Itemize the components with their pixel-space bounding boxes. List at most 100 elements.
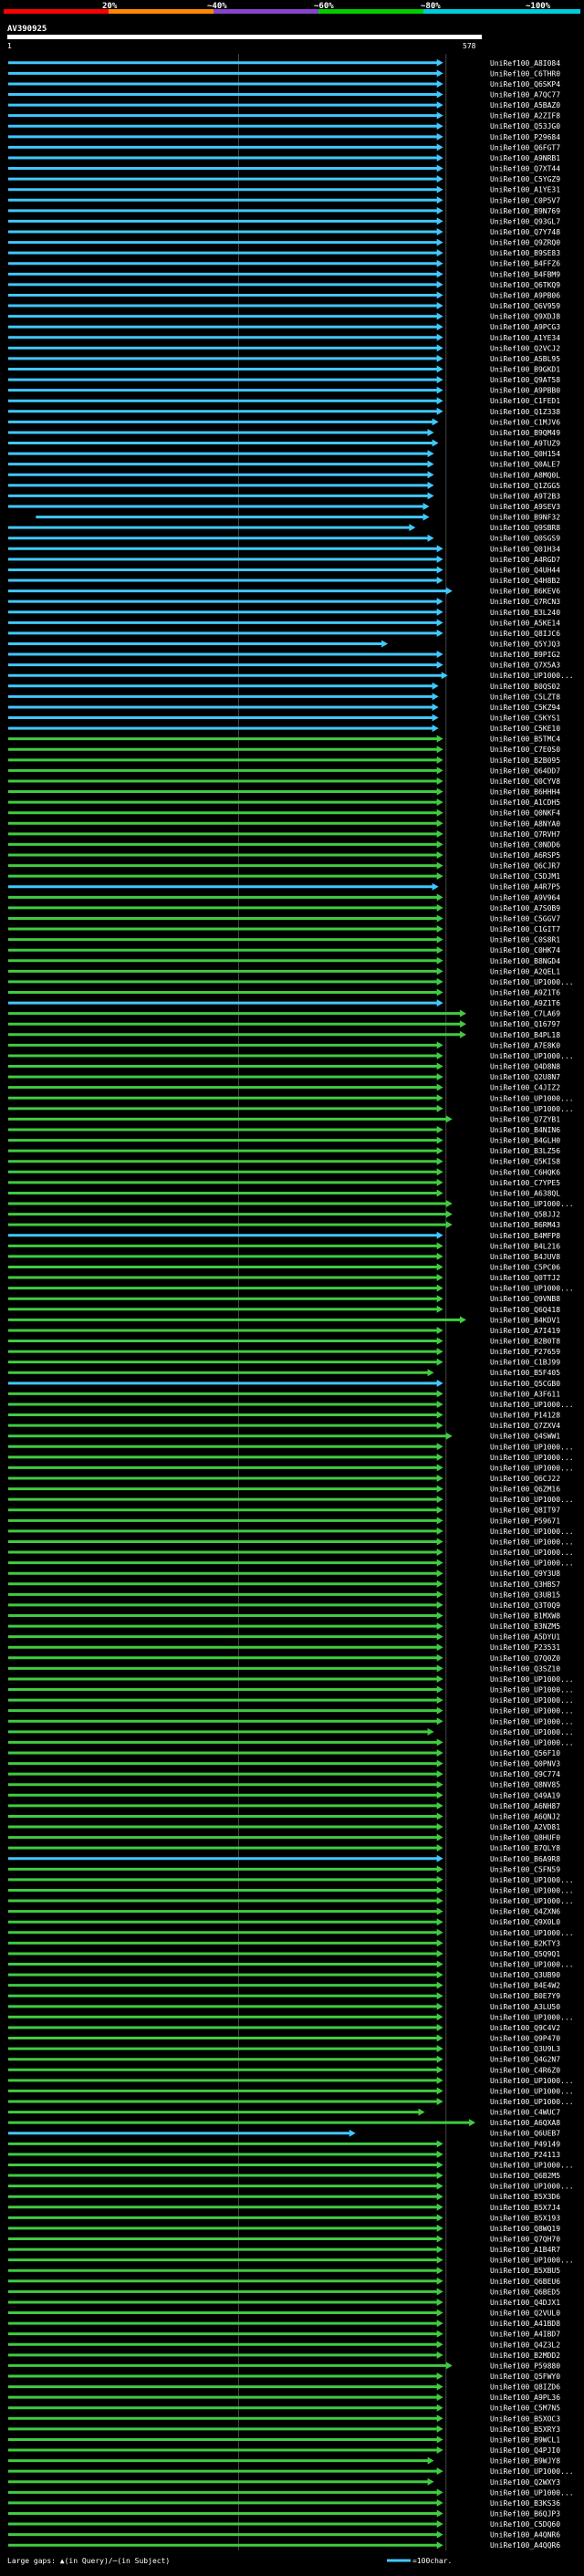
hit-label[interactable]: UniRef100_UP1000... — [490, 1559, 574, 1568]
hit-label[interactable]: UniRef100_Q5YJQ3 — [490, 640, 560, 648]
hit-label[interactable]: UniRef100_P14128 — [490, 1412, 560, 1420]
hit-row[interactable]: UniRef100_B6KEV6 — [8, 587, 560, 596]
hit-label[interactable]: UniRef100_A1CDH5 — [490, 798, 560, 807]
hit-label[interactable]: UniRef100_UP1000... — [490, 2467, 574, 2476]
hit-label[interactable]: UniRef100_UP1000... — [490, 1728, 574, 1736]
hit-label[interactable]: UniRef100_C7E0S0 — [490, 746, 560, 754]
hit-row[interactable]: UniRef100_UP1000... — [8, 1685, 574, 1695]
hit-row[interactable]: UniRef100_B6A9R8 — [8, 1854, 560, 1863]
hit-row[interactable]: UniRef100_Q6ZM16 — [8, 1485, 560, 1494]
hit-label[interactable]: UniRef100_B3L240 — [490, 609, 560, 617]
hit-row[interactable]: UniRef100_C5FN59 — [8, 1865, 560, 1873]
hit-row[interactable]: UniRef100_A8I084 — [8, 59, 560, 68]
hit-row[interactable]: UniRef100_Q9X0L0 — [8, 1918, 560, 1926]
hit-row[interactable]: UniRef100_UP1000... — [8, 1559, 574, 1568]
hit-row[interactable]: UniRef100_C1FED1 — [8, 397, 560, 405]
hit-row[interactable]: UniRef100_A9T2B3 — [8, 492, 560, 500]
hit-row[interactable]: UniRef100_B7QLY8 — [8, 1844, 560, 1852]
hit-row[interactable]: UniRef100_UP1000... — [8, 2182, 574, 2191]
hit-row[interactable]: UniRef100_A9NRB1 — [8, 153, 560, 162]
hit-row[interactable]: UniRef100_Q4G2N7 — [8, 2055, 560, 2064]
hit-row[interactable]: UniRef100_C5M7N5 — [8, 2404, 560, 2413]
hit-label[interactable]: UniRef100_C1MJV6 — [490, 418, 560, 426]
hit-label[interactable]: UniRef100_C5PC06 — [490, 1263, 560, 1271]
hit-label[interactable]: UniRef100_B4PL18 — [490, 1031, 560, 1039]
hit-label[interactable]: UniRef100_UP1000... — [490, 1675, 574, 1684]
hit-row[interactable]: UniRef100_B5XBU5 — [8, 2267, 560, 2275]
hit-label[interactable]: UniRef100_B4L216 — [490, 1242, 560, 1250]
hit-row[interactable]: UniRef100_Q2VCJ2 — [8, 344, 560, 352]
hit-label[interactable]: UniRef100_A7S0B9 — [490, 904, 560, 913]
hit-label[interactable]: UniRef100_UP1000... — [490, 2077, 574, 2085]
hit-label[interactable]: UniRef100_Q6Q418 — [490, 1306, 560, 1314]
hit-row[interactable]: UniRef100_UP1000... — [8, 1674, 574, 1684]
hit-row[interactable]: UniRef100_P14128 — [8, 1411, 560, 1420]
hit-row[interactable]: UniRef100_B4KDV1 — [8, 1316, 560, 1324]
hit-row[interactable]: UniRef100_A1CDH5 — [8, 798, 560, 807]
hit-label[interactable]: UniRef100_A2QEL1 — [490, 967, 560, 975]
hit-label[interactable]: UniRef100_A9T2B3 — [490, 492, 560, 500]
hit-label[interactable]: UniRef100_UP1000... — [490, 1443, 574, 1451]
hit-row[interactable]: UniRef100_B4GLH0 — [8, 1136, 560, 1145]
hit-row[interactable]: UniRef100_A4IBD7 — [8, 2330, 560, 2339]
hit-label[interactable]: UniRef100_Q7RVH7 — [490, 830, 560, 839]
hit-row[interactable]: UniRef100_A5KE14 — [8, 619, 560, 627]
hit-row[interactable]: UniRef100_Q4DJX1 — [8, 2298, 560, 2307]
hit-row[interactable]: UniRef100_Q8IT97 — [8, 1506, 560, 1515]
hit-label[interactable]: UniRef100_UP1000... — [490, 1401, 574, 1409]
hit-label[interactable]: UniRef100_A4R7P5 — [490, 883, 560, 892]
hit-row[interactable]: UniRef100_Q7RCN3 — [8, 598, 560, 606]
hit-row[interactable]: UniRef100_Q9C774 — [8, 1770, 560, 1778]
hit-label[interactable]: UniRef100_UP1000... — [490, 1464, 574, 1472]
hit-label[interactable]: UniRef100_Q3UB90 — [490, 1971, 560, 1979]
hit-label[interactable]: UniRef100_UP1000... — [490, 2257, 574, 2265]
hit-row[interactable]: UniRef100_Q7Y748 — [8, 228, 560, 236]
hit-label[interactable]: UniRef100_A9SEV3 — [490, 503, 560, 511]
hit-row[interactable]: UniRef100_Q4Z3L2 — [8, 2341, 560, 2349]
hit-row[interactable]: UniRef100_Q5YJQ3 — [8, 640, 560, 648]
hit-row[interactable]: UniRef100_C7E0S0 — [8, 746, 560, 754]
hit-row[interactable]: UniRef100_Q7X5A3 — [8, 661, 560, 670]
hit-row[interactable]: UniRef100_UP1000... — [8, 1875, 574, 1884]
hit-row[interactable]: UniRef100_C6HQK6 — [8, 1168, 560, 1176]
hit-row[interactable]: UniRef100_Q5BJJ2 — [8, 1210, 560, 1219]
hit-row[interactable]: UniRef100_Q8IZD6 — [8, 2383, 560, 2392]
hit-row[interactable]: UniRef100_Q6Q418 — [8, 1305, 560, 1314]
hit-label[interactable]: UniRef100_Q2VUL0 — [490, 2310, 560, 2318]
hit-row[interactable]: UniRef100_B0E7Y9 — [8, 1992, 560, 2000]
hit-row[interactable]: UniRef100_C0P5V7 — [8, 196, 560, 204]
hit-row[interactable]: UniRef100_UP1000... — [8, 2488, 574, 2497]
hit-row[interactable]: UniRef100_Q7Q0Z0 — [8, 1653, 560, 1663]
hit-label[interactable]: UniRef100_B4FBM9 — [490, 270, 560, 278]
hit-row[interactable]: UniRef100_B4JUV8 — [8, 1252, 560, 1261]
hit-label[interactable]: UniRef100_P29684 — [490, 133, 560, 141]
hit-row[interactable]: UniRef100_A2QEL1 — [8, 967, 560, 975]
hit-label[interactable]: UniRef100_C5YGZ9 — [490, 175, 560, 183]
hit-label[interactable]: UniRef100_B2MDD2 — [490, 2352, 560, 2360]
hit-row[interactable]: UniRef100_Q93GL7 — [8, 217, 560, 225]
hit-row[interactable]: UniRef100_A2ZIF8 — [8, 111, 560, 120]
hit-label[interactable]: UniRef100_Q3SZ10 — [490, 1664, 560, 1673]
hit-label[interactable]: UniRef100_B5TMC4 — [490, 735, 560, 744]
hit-row[interactable]: UniRef100_UP1000... — [8, 1200, 574, 1208]
hit-row[interactable]: UniRef100_Q9SBR8 — [8, 524, 560, 532]
hit-label[interactable]: UniRef100_UP1000... — [490, 1738, 574, 1747]
hit-label[interactable]: UniRef100_UP1000... — [490, 672, 574, 680]
hit-label[interactable]: UniRef100_Q8IJC6 — [490, 630, 560, 638]
hit-label[interactable]: UniRef100_C5M7N5 — [490, 2404, 560, 2413]
hit-label[interactable]: UniRef100_Q9C4V2 — [490, 2024, 560, 2032]
hit-label[interactable]: UniRef100_Q5BJJ2 — [490, 1211, 560, 1219]
hit-row[interactable]: UniRef100_Q9VNB8 — [8, 1295, 560, 1303]
hit-label[interactable]: UniRef100_Q9X0L0 — [490, 1918, 560, 1926]
hit-label[interactable]: UniRef100_C5KZ94 — [490, 704, 560, 712]
hit-row[interactable]: UniRef100_B2B095 — [8, 756, 560, 765]
hit-label[interactable]: UniRef100_A6NH87 — [490, 1802, 560, 1810]
hit-label[interactable]: UniRef100_C6THR0 — [490, 69, 560, 78]
hit-label[interactable]: UniRef100_Q4ZXN6 — [490, 1908, 560, 1916]
hit-label[interactable]: UniRef100_B4GLH0 — [490, 1137, 560, 1145]
hit-label[interactable]: UniRef100_Q01H34 — [490, 545, 560, 553]
hit-label[interactable]: UniRef100_B5X7J4 — [490, 2204, 560, 2212]
hit-row[interactable]: UniRef100_B0QS02 — [8, 682, 560, 691]
hit-row[interactable]: UniRef100_A9PBB0 — [8, 386, 560, 395]
hit-label[interactable]: UniRef100_A9Z1T6 — [490, 989, 560, 997]
